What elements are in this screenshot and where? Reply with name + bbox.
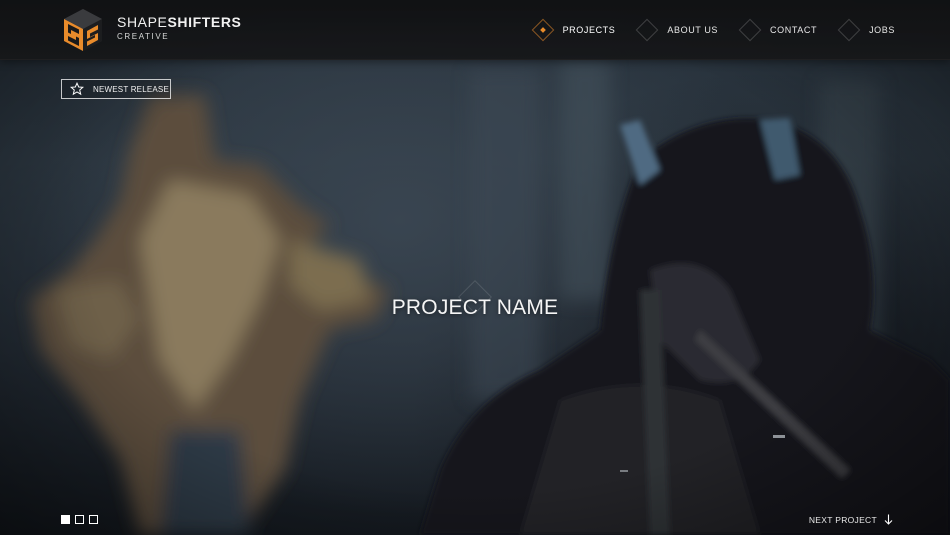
newest-release-button[interactable]: NEWEST RELEASE <box>61 79 171 99</box>
nav-item-label: PROJECTS <box>562 25 616 35</box>
nav-item-jobs[interactable]: JOBS <box>837 17 895 43</box>
main-nav: PROJECTS ABOUT US CONTACT JOBS <box>511 17 895 43</box>
brand-name-light: SHAPE <box>117 14 168 30</box>
pagination-dot-2[interactable] <box>75 515 84 524</box>
shapeshifters-logo-icon[interactable] <box>60 7 106 53</box>
diamond-icon <box>636 18 659 42</box>
nav-item-contact[interactable]: CONTACT <box>738 17 818 43</box>
nav-item-label: ABOUT US <box>667 25 719 35</box>
next-project-label: NEXT PROJECT <box>808 514 877 525</box>
project-title[interactable]: PROJECT NAME <box>0 296 950 320</box>
brand-wordmark[interactable]: SHAPESHIFTERS CREATIVE <box>117 15 242 41</box>
diamond-icon <box>837 18 861 42</box>
nav-item-about-us[interactable]: ABOUT US <box>636 17 719 43</box>
arrow-down-icon <box>884 514 893 525</box>
nav-item-label: CONTACT <box>770 25 818 35</box>
diamond-icon <box>738 18 762 42</box>
diamond-icon <box>531 18 554 42</box>
star-icon <box>70 82 84 96</box>
page: SHAPESHIFTERS CREATIVE PROJECTS ABOUT US… <box>0 0 950 535</box>
brand-name-bold: SHIFTERS <box>167 14 242 30</box>
nav-item-label: JOBS <box>869 25 895 35</box>
brand-subtitle: CREATIVE <box>117 32 170 41</box>
nav-item-projects[interactable]: PROJECTS <box>531 17 616 43</box>
active-dot-icon <box>539 27 546 33</box>
pagination-dot-3[interactable] <box>89 515 98 524</box>
site-header: SHAPESHIFTERS CREATIVE PROJECTS ABOUT US… <box>0 0 950 60</box>
brand-name: SHAPESHIFTERS <box>117 15 242 29</box>
newest-release-label: NEWEST RELEASE <box>93 84 170 94</box>
pagination-dot-1[interactable] <box>61 515 70 524</box>
next-project-button[interactable]: NEXT PROJECT <box>809 514 893 525</box>
slider-pagination <box>61 515 103 524</box>
